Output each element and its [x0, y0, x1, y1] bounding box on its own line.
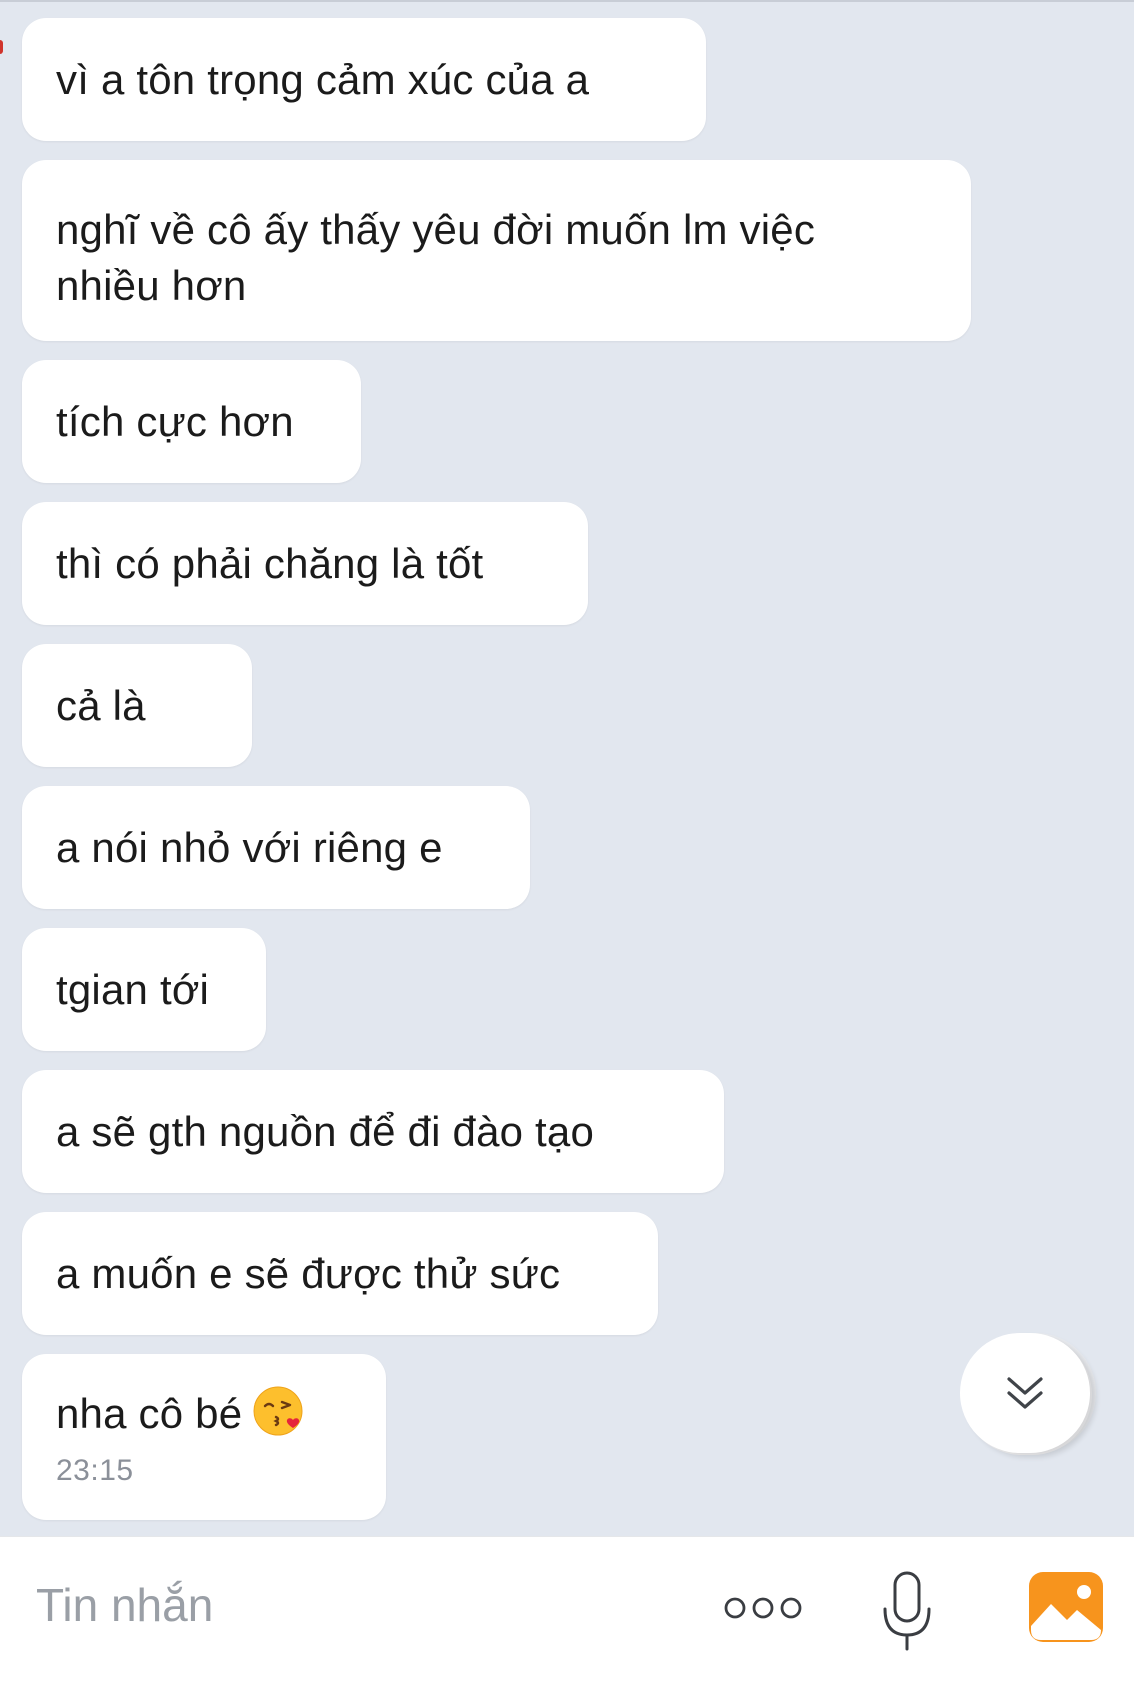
message-text: nghĩ về cô ấy thấy yêu đời muốn lm việc …	[56, 206, 816, 309]
more-dots-icon	[724, 1597, 802, 1619]
chat-area[interactable]: vì a tôn trọng cảm xúc của a nghĩ về cô …	[0, 0, 1134, 1536]
message-text: tgian tới	[56, 965, 210, 1013]
scroll-to-bottom-button[interactable]	[960, 1333, 1090, 1453]
kiss-emoji-icon	[253, 1386, 303, 1436]
message-text: thì có phải chăng là tốt	[56, 539, 484, 587]
message-bubble[interactable]: tích cực hơn	[22, 360, 361, 483]
message-text: tích cực hơn	[56, 397, 294, 445]
message-text: cả là	[56, 681, 146, 729]
double-chevron-down-icon	[1007, 1377, 1043, 1409]
message-bubble[interactable]: thì có phải chăng là tốt	[22, 502, 588, 625]
message-text: nha cô bé	[56, 1390, 243, 1437]
message-input[interactable]: Tin nhắn	[36, 1575, 213, 1635]
message-bubble[interactable]: a sẽ gth nguồn để đi đào tạo	[22, 1070, 724, 1193]
message-text: a muốn e sẽ được thử sức	[56, 1249, 561, 1297]
more-button[interactable]	[720, 1573, 806, 1643]
message-bubble[interactable]: a muốn e sẽ được thử sức	[22, 1212, 658, 1335]
photo-button[interactable]	[1026, 1567, 1106, 1647]
message-text: a nói nhỏ với riêng e	[56, 823, 443, 871]
message-bubble[interactable]: nghĩ về cô ấy thấy yêu đời muốn lm việc …	[22, 160, 971, 341]
message-composer: Tin nhắn	[0, 1536, 1134, 1681]
microphone-icon	[883, 1571, 931, 1651]
message-bubble[interactable]: vì a tôn trọng cảm xúc của a	[22, 18, 706, 141]
microphone-button[interactable]	[872, 1567, 942, 1657]
message-bubble[interactable]: cả là	[22, 644, 252, 767]
message-text: a sẽ gth nguồn để đi đào tạo	[56, 1107, 595, 1155]
message-line: nha cô bé	[56, 1384, 307, 1442]
top-divider	[0, 0, 1134, 2]
message-bubble[interactable]: nha cô bé 23:15	[22, 1354, 386, 1520]
edge-indicator	[0, 40, 3, 54]
message-bubble[interactable]: a nói nhỏ với riêng e	[22, 786, 530, 909]
photo-icon	[1029, 1572, 1103, 1642]
message-text: vì a tôn trọng cảm xúc của a	[56, 55, 590, 103]
message-bubble[interactable]: tgian tới	[22, 928, 266, 1051]
message-timestamp: 23:15	[56, 1454, 134, 1487]
